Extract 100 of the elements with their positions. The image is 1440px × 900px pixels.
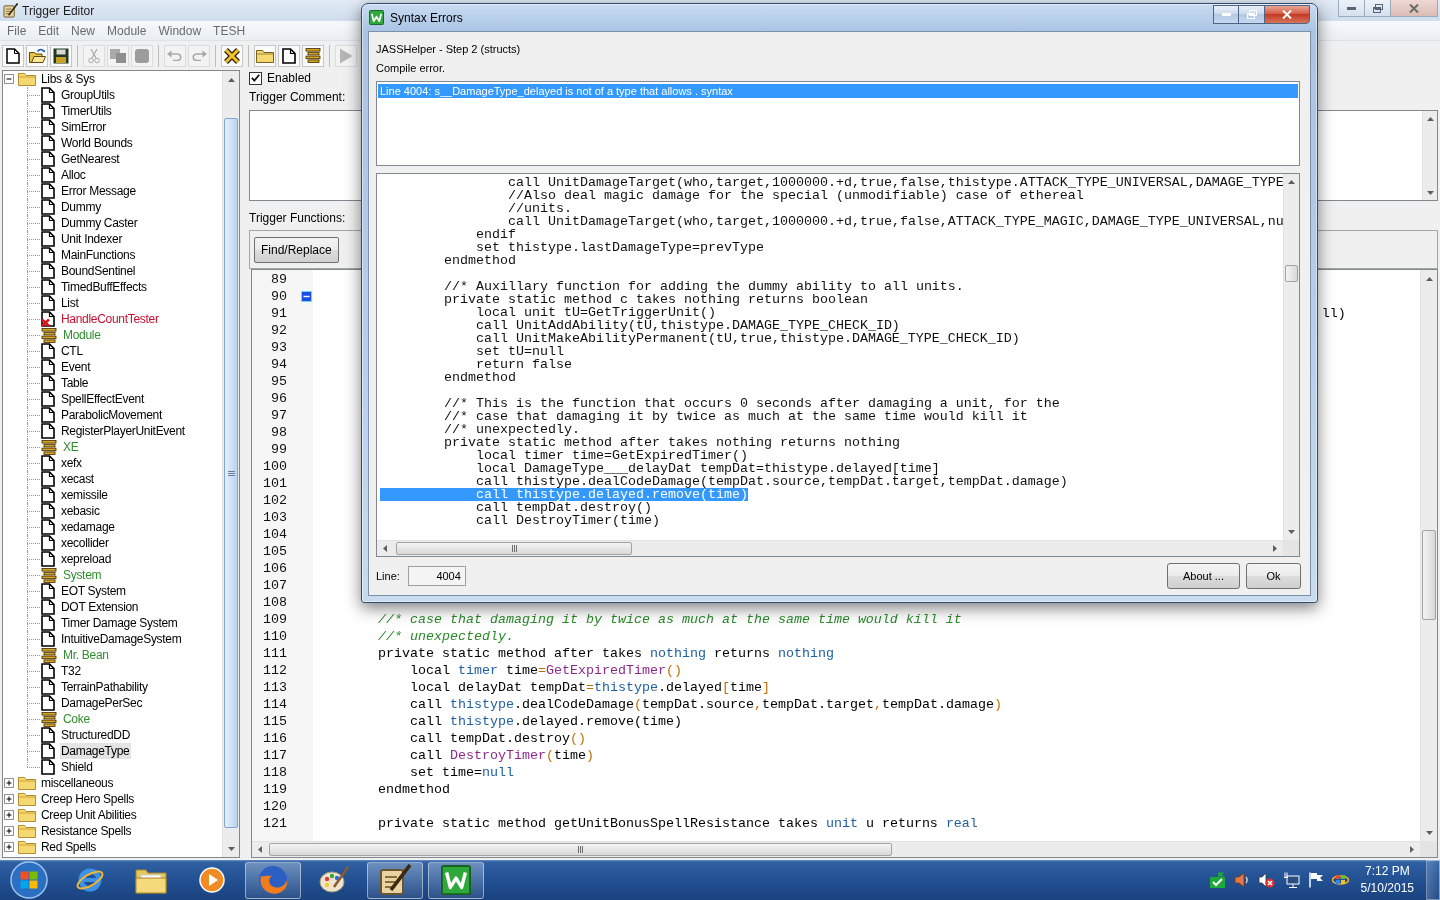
vertical-scrollbar[interactable] — [1420, 270, 1437, 841]
tree-item[interactable]: Table — [60, 375, 91, 391]
taskbar-button[interactable] — [367, 861, 423, 899]
tree-item[interactable]: GroupUtils — [60, 87, 117, 103]
tree-item[interactable]: Coke — [62, 711, 92, 727]
tree-item[interactable]: xemissile — [60, 487, 110, 503]
tree-item[interactable]: T32 — [60, 663, 83, 679]
checkmark-icon[interactable] — [1208, 872, 1226, 888]
vertical-scrollbar[interactable] — [1283, 174, 1299, 540]
new-comment-button[interactable] — [302, 44, 324, 67]
tree-item[interactable]: RegisterPlayerUnitEvent — [60, 423, 187, 439]
scrollbar-thumb[interactable] — [1422, 530, 1436, 620]
tree-item[interactable]: Creep Hero Spells — [40, 791, 136, 807]
tree-item[interactable]: Unit Indexer — [60, 231, 125, 247]
find-replace-button[interactable]: Find/Replace — [254, 236, 339, 263]
tree-item[interactable]: TerrainPathability — [60, 679, 150, 695]
tree-item[interactable]: Shield — [60, 759, 95, 775]
collapse-icon[interactable] — [301, 291, 312, 302]
tree-item[interactable]: DamageType — [60, 743, 132, 759]
tree-item[interactable]: World Bounds — [60, 135, 135, 151]
tree-item[interactable]: TimedBuffEffects — [60, 279, 149, 295]
scrollbar-thumb[interactable] — [224, 118, 238, 828]
tree-item[interactable]: Mr. Bean — [62, 647, 111, 663]
tree-item[interactable]: Alloc — [60, 167, 88, 183]
open-button[interactable] — [26, 44, 48, 67]
vertical-scrollbar[interactable] — [1422, 111, 1437, 200]
enabled-checkbox[interactable] — [249, 71, 262, 85]
tree-item[interactable]: EOT System — [60, 583, 128, 599]
tree-item[interactable]: Event — [60, 359, 93, 375]
tree-item[interactable]: TimerUtils — [60, 103, 114, 119]
tree-item[interactable]: IntuitiveDamageSystem — [60, 631, 184, 647]
show-desktop-button[interactable] — [1426, 860, 1440, 900]
new-button[interactable] — [2, 44, 24, 67]
menu-item[interactable]: TESH — [207, 21, 252, 40]
minimize-button[interactable] — [1213, 5, 1239, 24]
tree-item[interactable]: XE — [62, 439, 81, 455]
tree-item[interactable]: xecast — [60, 471, 96, 487]
tree-item[interactable]: MainFunctions — [60, 247, 138, 263]
tree-item[interactable]: Libs & Sys — [40, 71, 97, 87]
tree-item[interactable]: Dummy Caster — [60, 215, 140, 231]
expand-icon[interactable] — [4, 777, 15, 789]
tree-item[interactable]: Red Spells — [40, 839, 99, 855]
menu-item[interactable]: Window — [152, 21, 208, 40]
flag-icon[interactable] — [1307, 872, 1324, 888]
restore-button[interactable] — [1238, 5, 1265, 24]
scrollbar-thumb[interactable] — [396, 542, 632, 555]
collapse-icon[interactable] — [4, 73, 15, 85]
menu-item[interactable]: New — [65, 21, 102, 40]
menu-item[interactable]: Module — [101, 21, 153, 40]
line-field[interactable]: 4004 — [407, 566, 466, 586]
vertical-scrollbar[interactable] — [222, 71, 239, 857]
x-mark-button[interactable] — [221, 44, 243, 67]
tree-item[interactable]: DOT Extension — [60, 599, 141, 615]
badge-icon[interactable] — [1331, 872, 1349, 888]
tree-item[interactable]: Dummy — [60, 199, 103, 215]
tree-item[interactable]: SpellEffectEvent — [60, 391, 147, 407]
dialog-button[interactable]: About ... — [1167, 563, 1240, 589]
tree-item[interactable]: Error Message — [60, 183, 138, 199]
tree-item[interactable]: xepreload — [60, 551, 113, 567]
taskbar-button[interactable] — [428, 861, 484, 899]
close-button[interactable] — [1264, 5, 1310, 24]
muted-speaker-icon[interactable] — [1257, 872, 1275, 888]
tree-item[interactable]: ParabolicMovement — [60, 407, 164, 423]
tree-item[interactable]: Creep Unit Abilities — [40, 807, 139, 823]
tree-item[interactable]: xecollider — [60, 535, 111, 551]
tree-item[interactable]: GetNearest — [60, 151, 122, 167]
menu-item[interactable]: Edit — [32, 21, 66, 40]
tree-item[interactable]: SimError — [60, 119, 108, 135]
scrollbar-thumb[interactable] — [269, 843, 892, 856]
dialog-button[interactable]: Ok — [1246, 563, 1301, 589]
close-button[interactable] — [1390, 0, 1438, 17]
new-category-button[interactable] — [254, 44, 276, 67]
expand-icon[interactable] — [4, 841, 15, 853]
save-button[interactable] — [50, 44, 72, 67]
tree-item[interactable]: StructuredDD — [60, 727, 133, 743]
tree-item[interactable]: List — [60, 295, 81, 311]
tree-item[interactable]: System — [62, 567, 104, 583]
scrollbar-thumb[interactable] — [1285, 265, 1298, 282]
tree-item[interactable]: Resistance Spells — [40, 823, 134, 839]
tree-item[interactable]: xefx — [60, 455, 84, 471]
tree-item[interactable]: xebasic — [60, 503, 102, 519]
restore-button[interactable] — [1364, 0, 1391, 17]
tree-item[interactable]: HandleCountTester — [60, 311, 161, 327]
expand-icon[interactable] — [4, 793, 15, 805]
tree-item[interactable]: Module — [62, 327, 103, 343]
speaker-icon[interactable] — [1233, 872, 1250, 888]
minimize-button[interactable] — [1338, 0, 1365, 17]
horizontal-scrollbar[interactable] — [377, 540, 1283, 556]
tree-item[interactable]: BoundSentinel — [60, 263, 138, 279]
horizontal-scrollbar[interactable] — [252, 841, 1420, 857]
tree-item[interactable]: Timer Damage System — [60, 615, 180, 631]
new-trigger-button[interactable] — [278, 44, 300, 67]
tree-item[interactable]: DamagePerSec — [60, 695, 145, 711]
tree-item[interactable]: xedamage — [60, 519, 117, 535]
tree-item[interactable]: CTL — [60, 343, 85, 359]
tree-item[interactable]: miscellaneous — [40, 775, 116, 791]
expand-icon[interactable] — [4, 825, 15, 837]
menu-item[interactable]: File — [1, 21, 33, 40]
expand-icon[interactable] — [4, 809, 15, 821]
monitor-icon[interactable] — [1282, 872, 1300, 888]
